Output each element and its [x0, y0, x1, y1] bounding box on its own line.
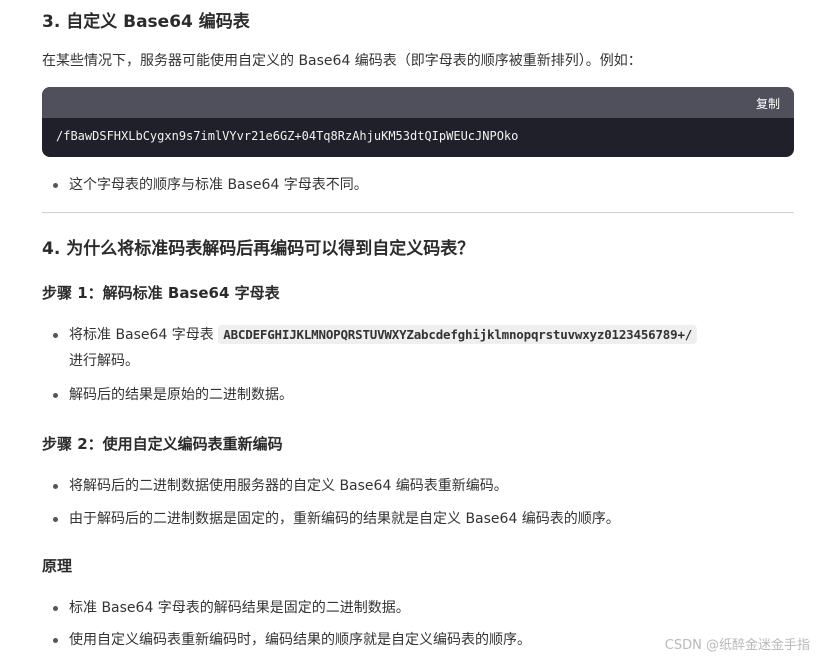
- list-item-text: 将标准 Base64 字母表: [69, 327, 214, 343]
- section-3-intro: 在某些情况下，服务器可能使用自定义的 Base64 编码表（即字母表的顺序被重新…: [42, 53, 642, 69]
- bullet-icon: [53, 393, 58, 398]
- code-block: 复制 /fBawDSFHXLbCygxn9s7imlVYvr21e6GZ+04T…: [42, 87, 794, 157]
- bullet-icon: [53, 638, 58, 643]
- code-block-header: 复制: [42, 87, 794, 118]
- principle-heading: 原理: [42, 557, 73, 575]
- step-1-heading: 步骤 1：解码标准 Base64 字母表: [42, 284, 280, 302]
- inline-code-standard-alphabet: ABCDEFGHIJKLMNOPQRSTUVWXYZabcdefghijklmn…: [218, 325, 698, 344]
- bullet-icon: [53, 606, 58, 611]
- list-item: 解码后的结果是原始的二进制数据。: [42, 384, 794, 406]
- list-item-text: 解码后的结果是原始的二进制数据。: [69, 387, 293, 403]
- step-2-bullet-list: 将解码后的二进制数据使用服务器的自定义 Base64 编码表重新编码。 由于解码…: [42, 475, 794, 530]
- copy-button[interactable]: 复制: [756, 95, 780, 112]
- watermark: CSDN @纸醉金迷金手指: [664, 638, 810, 653]
- section-3-bullet-list: 这个字母表的顺序与标准 Base64 字母表不同。: [42, 174, 794, 196]
- bullet-icon: [53, 333, 58, 338]
- list-item: 将标准 Base64 字母表 ABCDEFGHIJKLMNOPQRSTUVWXY…: [42, 322, 794, 374]
- list-item-text: 这个字母表的顺序与标准 Base64 字母表不同。: [69, 177, 368, 193]
- bullet-icon: [53, 183, 58, 188]
- section-3-heading: 3. 自定义 Base64 编码表: [42, 12, 250, 32]
- list-item: 将解码后的二进制数据使用服务器的自定义 Base64 编码表重新编码。: [42, 475, 794, 497]
- code-content: /fBawDSFHXLbCygxn9s7imlVYvr21e6GZ+04Tq8R…: [56, 129, 519, 143]
- section-4-heading: 4. 为什么将标准码表解码后再编码可以得到自定义码表？: [42, 239, 475, 259]
- bullet-icon: [53, 517, 58, 522]
- step-1-bullet-list: 将标准 Base64 字母表 ABCDEFGHIJKLMNOPQRSTUVWXY…: [42, 322, 794, 406]
- list-item: 这个字母表的顺序与标准 Base64 字母表不同。: [42, 174, 794, 196]
- list-item-text: 标准 Base64 字母表的解码结果是固定的二进制数据。: [69, 600, 410, 616]
- list-item-text: 使用自定义编码表重新编码时，编码结果的顺序就是自定义编码表的顺序。: [69, 632, 531, 648]
- step-2-heading: 步骤 2：使用自定义编码表重新编码: [42, 435, 283, 453]
- list-item: 由于解码后的二进制数据是固定的，重新编码的结果就是自定义 Base64 编码表的…: [42, 508, 794, 530]
- list-item-text: 由于解码后的二进制数据是固定的，重新编码的结果就是自定义 Base64 编码表的…: [69, 511, 620, 527]
- bullet-icon: [53, 484, 58, 489]
- list-item: 标准 Base64 字母表的解码结果是固定的二进制数据。: [42, 597, 794, 619]
- divider: [42, 212, 794, 213]
- list-item-text: 进行解码。: [69, 353, 139, 369]
- list-item-text: 将解码后的二进制数据使用服务器的自定义 Base64 编码表重新编码。: [69, 478, 508, 494]
